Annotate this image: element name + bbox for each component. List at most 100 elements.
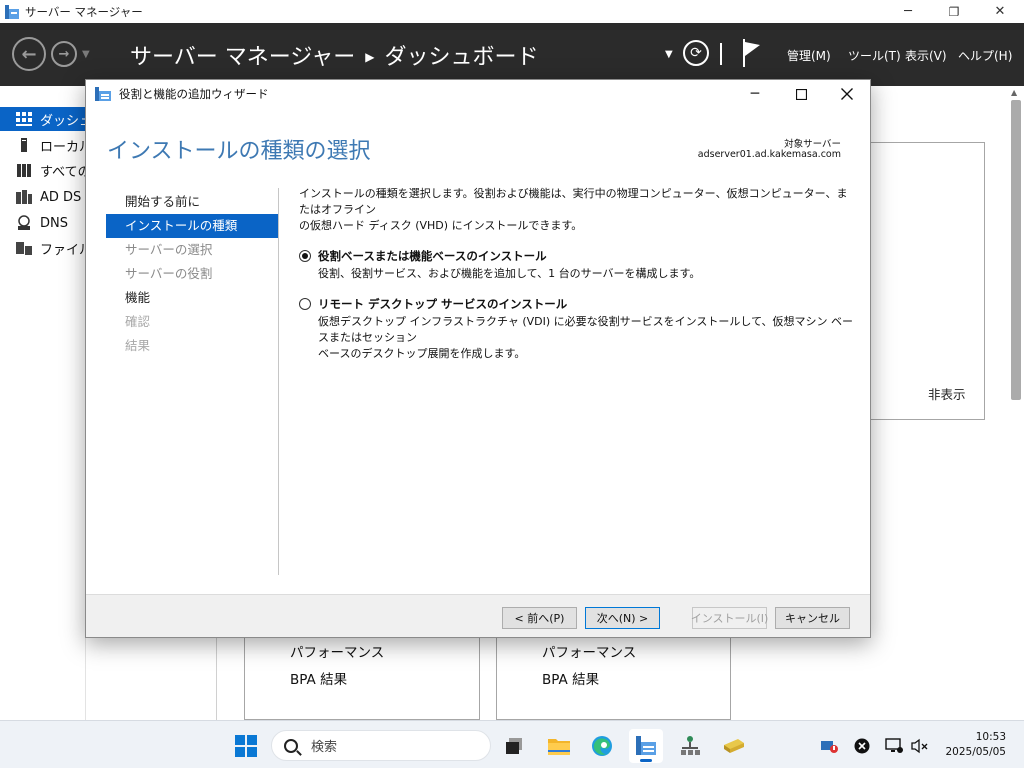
menu-view[interactable]: 表示(V) [905,47,947,64]
forward-arrow-icon[interactable]: → [51,41,77,67]
tile-performance-link[interactable]: パフォーマンス [542,641,636,661]
taskbar: 検索 10:53 2025/05/05 [0,720,1024,768]
sidebar-item-label: すべてのサーバー [40,164,86,180]
wizard-content: インストールの種類を選択します。役割および機能は、実行中の物理コンピューター、仮… [299,186,854,362]
step-server-selection[interactable]: サーバーの選択 [106,238,278,262]
network-icon[interactable] [673,729,707,763]
tile-bpa-link[interactable]: BPA 結果 [542,668,599,688]
menu-tools[interactable]: ツール(T) [848,47,901,64]
wizard-app-icon [95,87,111,101]
notifications-dropdown-icon[interactable]: ▼ [665,49,673,60]
network-warning-icon[interactable] [821,737,839,755]
page-description-line: インストールの種類を選択します。役割および機能は、実行中の物理コンピューター、仮… [299,187,848,216]
dns-icon [16,215,32,231]
close-button[interactable]: ✕ [977,0,1023,23]
local-server-icon [16,137,32,153]
cancel-button[interactable]: キャンセル [775,607,850,629]
nav-separator [278,188,279,575]
notification-flag-icon[interactable] [742,37,762,67]
clock-date: 2025/05/05 [945,746,1006,758]
step-installation-type[interactable]: インストールの種類 [106,214,278,238]
history-dropdown-icon[interactable]: ▼ [82,49,90,60]
page-description-line: の仮想ハード ディスク (VHD) にインストールできます。 [299,219,583,232]
step-server-roles[interactable]: サーバーの役割 [106,262,278,286]
start-button-icon[interactable] [235,735,257,757]
sidebar-item-ad-ds[interactable]: AD DS [0,185,86,209]
remote-desktop-description-line: 仮想デスクトップ インフラストラクチャ (VDI) に必要な役割サービスをインス… [318,315,854,344]
edge-icon[interactable] [585,729,619,763]
wizard-maximize-button[interactable] [778,80,824,108]
scrollbar-thumb[interactable] [1011,100,1021,400]
role-based-radio[interactable] [299,250,311,262]
wizard-step-nav: 開始する前に インストールの種類 サーバーの選択 サーバーの役割 機能 確認 結… [106,190,278,358]
main-scrollbar[interactable]: ▲ [1008,86,1024,720]
menu-manage[interactable]: 管理(M) [787,47,831,64]
wizard-title: 役割と機能の追加ウィザード [119,87,269,101]
sidebar-item-dns[interactable]: DNS [0,211,86,235]
previous-button[interactable]: < 前へ(P) [502,607,577,629]
option-remote-desktop[interactable]: リモート デスクトップ サービスのインストール 仮想デスクトップ インフラストラ… [299,296,854,362]
target-server-label: 対象サーバー [784,139,841,150]
sidebar-item-label: ファイル サービスと記憶域サービス [40,242,86,258]
menu-help[interactable]: ヘルプ(H) [958,47,1012,64]
back-arrow-icon[interactable]: ← [12,37,46,71]
sidebar-item-dashboard[interactable]: ダッシュボード [0,107,86,131]
main-header: ← → ▼ サーバー マネージャー ▶ ダッシュボード ▼ ⟳ 管理(M) ツール(… [0,23,1024,86]
tile-bpa-link[interactable]: BPA 結果 [290,668,347,688]
role-based-title[interactable]: 役割ベースまたは機能ベースのインストール [318,248,854,264]
add-roles-wizard-dialog: 役割と機能の追加ウィザード ─ インストールの種類の選択 対象サーバー adse… [85,79,871,638]
server-manager-app-icon [5,4,19,19]
sidebar-divider [216,637,217,720]
wizard-footer: < 前へ(P) 次へ(N) > インストール(I) キャンセル [86,594,870,637]
main-window-title: サーバー マネージャー [25,4,143,19]
sidebar-item-all-servers[interactable]: すべてのサーバー [0,158,86,182]
search-icon [284,738,298,753]
breadcrumb-root[interactable]: サーバー マネージャー [130,45,355,70]
step-before-you-begin[interactable]: 開始する前に [106,190,278,214]
taskbar-search-box[interactable]: 検索 [271,730,491,761]
page-description: インストールの種類を選択します。役割および機能は、実行中の物理コンピューター、仮… [299,186,854,234]
minimize-button[interactable]: ─ [885,0,931,23]
sidebar-item-file-services[interactable]: ファイル サービスと記憶域サービス [0,236,86,260]
step-results: 結果 [125,338,151,353]
sidebar-item-label: AD DS [40,189,82,205]
sidebar: ダッシュボード ローカル サーバー すべてのサーバー AD DS DNS ファイ… [0,86,86,720]
server-manager-icon[interactable] [629,729,663,763]
clock-time: 10:53 [975,731,1006,743]
tile-performance-link[interactable]: パフォーマンス [290,641,384,661]
dashboard-icon [16,111,32,127]
role-based-description: 役割、役割サービス、および機能を追加して、1 台のサーバーを構成します。 [318,267,701,280]
step-confirmation: 確認 [125,314,151,329]
maximize-button[interactable]: ❐ [931,0,977,23]
sidebar-item-label: ローカル サーバー [40,139,86,155]
task-view-icon[interactable] [497,729,531,763]
all-servers-icon [16,162,32,178]
file-explorer-icon[interactable] [542,729,576,763]
display-icon[interactable] [885,737,903,755]
target-server-value: adserver01.ad.kakemasa.com [697,149,841,160]
install-button: インストール(I) [691,607,768,629]
step-features[interactable]: 機能 [106,286,278,310]
sidebar-item-label: ダッシュボード [40,113,86,129]
scroll-up-icon[interactable]: ▲ [1011,88,1017,97]
wizard-close-button[interactable] [824,80,870,108]
remote-desktop-radio[interactable] [299,298,311,310]
remote-desktop-description-line: ベースのデスクトップ展開を作成します。 [318,347,526,360]
wizard-minimize-button[interactable]: ─ [732,80,778,108]
server-tile-1: パフォーマンス BPA 結果 [244,637,480,720]
next-button[interactable]: 次へ(N) > [585,607,660,629]
speaker-muted-icon[interactable] [911,737,929,755]
notepad-icon[interactable] [717,729,751,763]
sidebar-item-local-server[interactable]: ローカル サーバー [0,133,86,157]
remote-desktop-title[interactable]: リモート デスクトップ サービスのインストール [318,296,854,312]
option-role-based[interactable]: 役割ベースまたは機能ベースのインストール 役割、役割サービス、および機能を追加し… [299,248,854,282]
breadcrumb-separator-icon: ▶ [365,50,375,64]
remote-desktop-description: 仮想デスクトップ インフラストラクチャ (VDI) に必要な役割サービスをインス… [318,314,854,362]
hide-link[interactable]: 非表示 [928,384,966,403]
refresh-icon[interactable]: ⟳ [683,40,709,66]
close-circle-icon[interactable] [853,737,871,755]
breadcrumb-current: ダッシュボード [384,45,539,70]
header-divider [720,43,722,65]
taskbar-clock[interactable]: 10:53 2025/05/05 [945,730,1006,760]
ad-ds-icon [16,189,32,205]
